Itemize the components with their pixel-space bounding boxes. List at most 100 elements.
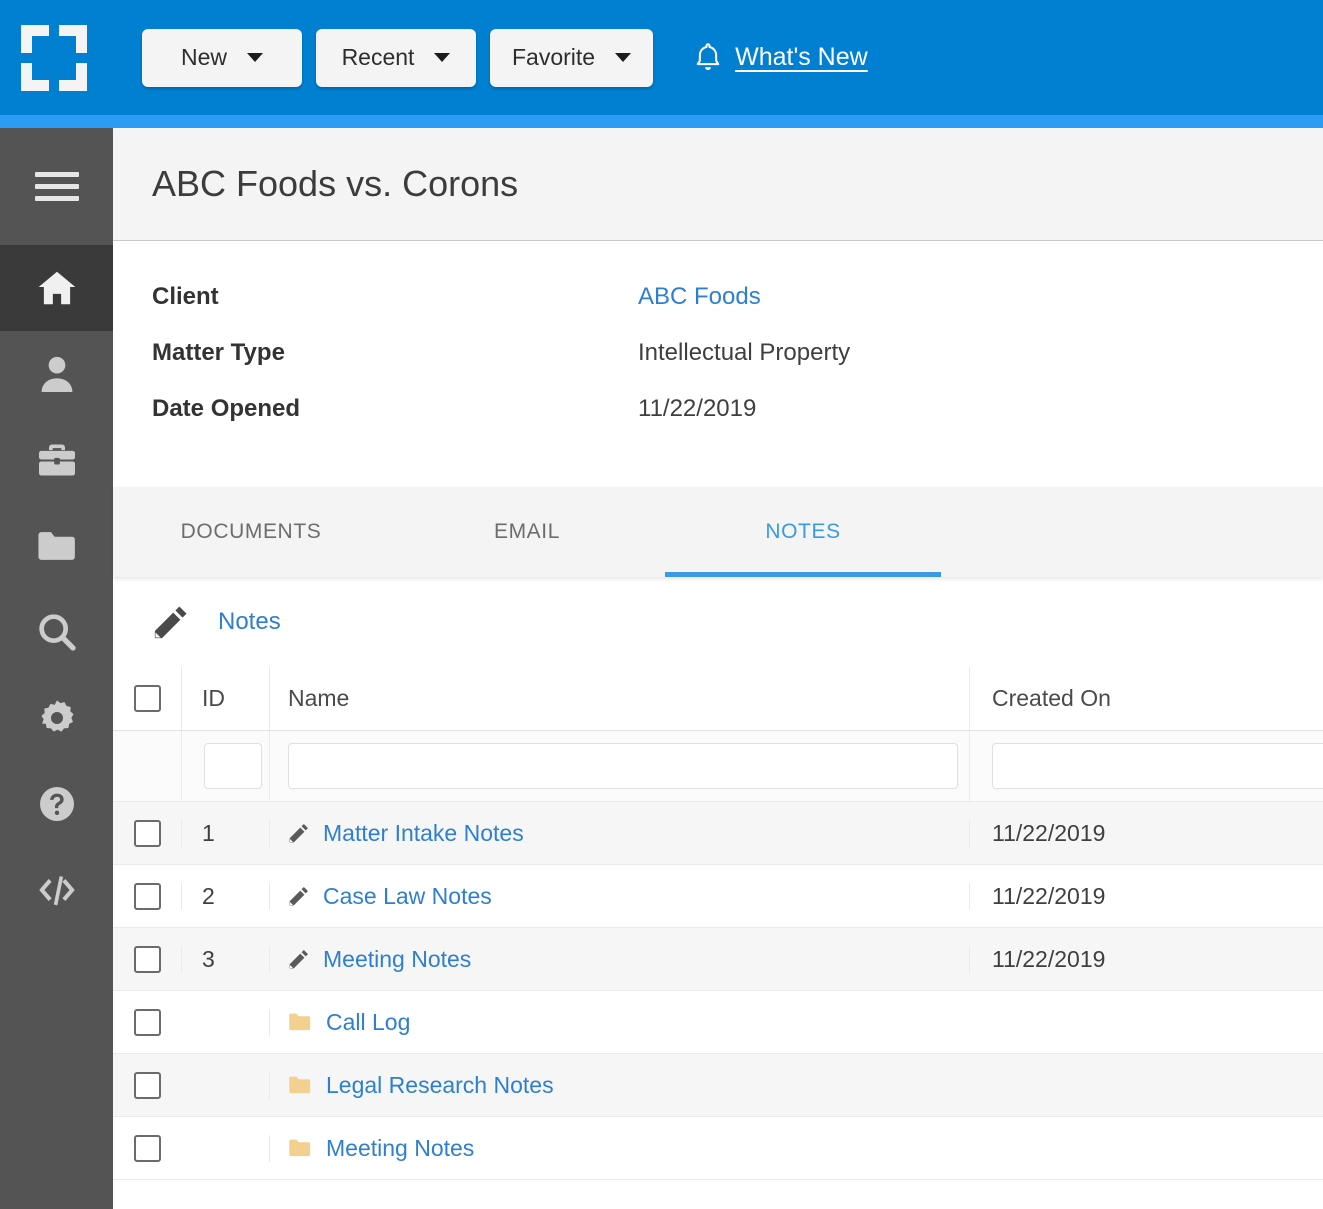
sidebar-item-search[interactable]: [0, 589, 113, 675]
favorite-button-label: Favorite: [512, 44, 595, 71]
table-row[interactable]: Meeting Notes: [113, 1117, 1323, 1180]
new-button-label: New: [181, 44, 227, 71]
favorite-button[interactable]: Favorite: [490, 29, 653, 87]
row-name-link[interactable]: Call Log: [326, 1009, 410, 1036]
detail-label-date-opened: Date Opened: [152, 395, 638, 423]
notes-toolbar: Notes: [113, 577, 1323, 667]
row-checkbox[interactable]: [134, 820, 161, 847]
briefcase-icon: [37, 442, 77, 478]
sidebar-item-developer[interactable]: [0, 847, 113, 933]
row-checkbox[interactable]: [134, 1072, 161, 1099]
row-created-on: 11/22/2019: [969, 883, 1323, 910]
filter-input-name[interactable]: [288, 743, 958, 789]
main-content: ABC Foods vs. Corons Client ABC Foods Ma…: [113, 128, 1323, 1209]
row-name-cell: Meeting Notes: [269, 1135, 969, 1162]
row-name-link[interactable]: Meeting Notes: [323, 946, 471, 973]
question-circle-icon: [37, 784, 77, 824]
row-created-on: 11/22/2019: [969, 946, 1323, 973]
chevron-down-icon: [615, 53, 631, 62]
app-logo[interactable]: [18, 22, 90, 94]
notes-toolbar-label[interactable]: Notes: [218, 608, 281, 636]
row-name-cell: Matter Intake Notes: [269, 820, 969, 847]
recent-button[interactable]: Recent: [316, 29, 476, 87]
tab-notes-label: NOTES: [765, 520, 840, 544]
column-header-id[interactable]: ID: [181, 667, 269, 730]
row-id: 1: [181, 820, 269, 847]
filter-input-id[interactable]: [204, 743, 262, 789]
detail-row-date-opened: Date Opened 11/22/2019: [152, 395, 1323, 451]
folder-icon: [288, 1138, 313, 1158]
row-checkbox[interactable]: [134, 1135, 161, 1162]
page-header: ABC Foods vs. Corons: [113, 128, 1323, 241]
matter-details-panel: Client ABC Foods Matter Type Intellectua…: [113, 241, 1323, 487]
topbar-accent-strip: [0, 115, 1323, 128]
chevron-down-icon: [434, 53, 450, 62]
row-checkbox[interactable]: [134, 883, 161, 910]
hamburger-icon: [35, 165, 79, 208]
tab-documents[interactable]: DOCUMENTS: [113, 487, 389, 577]
table-row[interactable]: 2 Case Law Notes 11/22/2019: [113, 865, 1323, 928]
select-all-checkbox[interactable]: [134, 685, 161, 712]
pencil-icon[interactable]: [152, 603, 190, 641]
filter-input-created-on[interactable]: [992, 743, 1323, 789]
row-checkbox[interactable]: [134, 946, 161, 973]
tab-documents-label: DOCUMENTS: [181, 520, 322, 544]
row-select-cell: [113, 820, 181, 847]
row-select-cell: [113, 1072, 181, 1099]
tab-notes[interactable]: NOTES: [665, 487, 941, 577]
detail-value-client[interactable]: ABC Foods: [638, 283, 761, 311]
whats-new-label: What's New: [735, 43, 868, 72]
select-all-cell: [113, 685, 181, 712]
sidebar-item-settings[interactable]: [0, 675, 113, 761]
tab-bar: DOCUMENTS EMAIL NOTES: [113, 487, 1323, 577]
code-icon: [36, 873, 78, 907]
row-checkbox[interactable]: [134, 1009, 161, 1036]
table-row[interactable]: 1 Matter Intake Notes 11/22/2019: [113, 802, 1323, 865]
gear-icon: [37, 698, 77, 738]
filter-id-cell: [181, 731, 269, 801]
table-filter-row: [113, 731, 1323, 802]
table-row[interactable]: Legal Research Notes: [113, 1054, 1323, 1117]
sidebar-navigation: [0, 128, 113, 1209]
app-shell: ABC Foods vs. Corons Client ABC Foods Ma…: [0, 128, 1323, 1209]
chevron-down-icon: [247, 53, 263, 62]
column-header-name[interactable]: Name: [269, 667, 969, 730]
table-row[interactable]: 3 Meeting Notes 11/22/2019: [113, 928, 1323, 991]
detail-row-matter-type: Matter Type Intellectual Property: [152, 339, 1323, 395]
row-name-link[interactable]: Legal Research Notes: [326, 1072, 554, 1099]
tab-email-label: EMAIL: [494, 520, 560, 544]
table-row[interactable]: Call Log: [113, 991, 1323, 1054]
detail-value-date-opened: 11/22/2019: [638, 395, 756, 423]
row-id: 3: [181, 946, 269, 973]
table-header-row: ID Name Created On: [113, 667, 1323, 731]
column-header-created-on[interactable]: Created On: [969, 667, 1323, 730]
row-name-link[interactable]: Matter Intake Notes: [323, 820, 524, 847]
row-name-link[interactable]: Case Law Notes: [323, 883, 492, 910]
sidebar-item-home[interactable]: [0, 245, 113, 331]
sidebar-item-contacts[interactable]: [0, 331, 113, 417]
bell-icon: [695, 43, 721, 73]
row-id: 2: [181, 883, 269, 910]
new-button[interactable]: New: [142, 29, 302, 87]
sidebar-item-help[interactable]: [0, 761, 113, 847]
row-select-cell: [113, 946, 181, 973]
pencil-icon: [288, 948, 310, 970]
tab-email[interactable]: EMAIL: [389, 487, 665, 577]
sidebar-item-matters[interactable]: [0, 417, 113, 503]
row-name-link[interactable]: Meeting Notes: [326, 1135, 474, 1162]
row-name-cell: Call Log: [269, 1009, 969, 1036]
notes-table: ID Name Created On 1: [113, 667, 1323, 1180]
page-title: ABC Foods vs. Corons: [152, 163, 518, 205]
search-icon: [37, 612, 77, 652]
pencil-icon: [288, 822, 310, 844]
person-icon: [39, 354, 75, 394]
sidebar-item-documents[interactable]: [0, 503, 113, 589]
row-name-cell: Case Law Notes: [269, 883, 969, 910]
row-name-cell: Legal Research Notes: [269, 1072, 969, 1099]
whats-new-link[interactable]: What's New: [695, 43, 868, 73]
row-select-cell: [113, 1135, 181, 1162]
filter-name-cell: [269, 731, 969, 801]
sidebar-item-menu-toggle[interactable]: [0, 128, 113, 245]
row-name-cell: Meeting Notes: [269, 946, 969, 973]
detail-value-matter-type: Intellectual Property: [638, 339, 850, 367]
